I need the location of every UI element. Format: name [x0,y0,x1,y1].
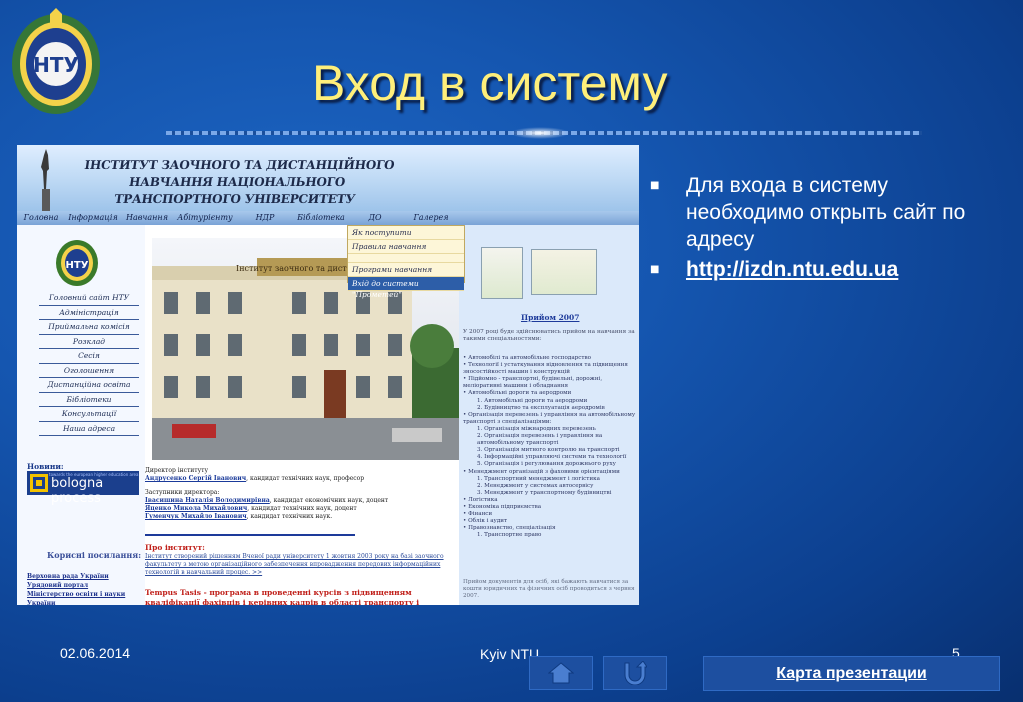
director-info: Директор інституту Андрусенко Сергій Іва… [145,467,461,521]
specialty-item: 1. Транспортний менеджмент і логістика [477,475,600,482]
admission-text: У 2007 році буде здійснюватись прийом на… [463,329,635,343]
useful-links-label: Корисні посилання: [47,550,142,560]
specialty-item: 1. Транспортне право [477,532,542,539]
do-dropdown-menu: Як поступити Правила навчання Програми н… [347,225,465,299]
footer-date: 02.06.2014 [60,645,131,661]
specialty-item: 2. Організація перевезень і управління н… [477,433,603,447]
specialty-item: 4. Інформаційні управляючі системи та те… [477,454,627,461]
statue-icon [41,149,50,211]
side-menu-item[interactable]: Адміністрація [39,306,139,320]
specialty-item: • Правознавство, спеціалізація [463,525,556,532]
return-arrow-icon [624,661,647,685]
specialty-item: • Облік і аудит [463,518,508,525]
specialty-item: • Організація перевезень і управління на… [463,411,636,425]
deputies-label: Заступники директора: [145,489,220,496]
specialty-item: • Технології і устаткування відновлення … [463,362,628,376]
site-logo-text: НТУ [66,260,89,271]
slide-title: Вход в систему [312,55,668,111]
bologna-title: bologna process [51,476,104,506]
side-menu-item[interactable]: Головний сайт НТУ [39,291,139,306]
useful-links: Верховна рада України Урядовий портал Мі… [27,572,143,605]
director-role: Директор інституту [145,467,208,474]
side-menu-item[interactable]: Сесія [39,349,139,364]
specialty-item: 1. Автомобільні дороги та аеродроми [477,397,588,404]
dropdown-separator [348,254,464,263]
deputy-degree: , кандидат технічних наук, доцент [247,505,357,512]
useful-link[interactable]: Міністерство освіти і науки України [27,590,143,605]
specialty-item: • Економіка підприємства [463,503,542,510]
specialty-item: 2. Менеджмент у системах автосервісу [477,482,594,489]
home-button[interactable] [529,656,593,690]
specialty-item: • Автомобілі та автомобільне господарств… [463,355,591,361]
specialty-item: 2. Будівництво та експлуатація аеродромі… [477,404,605,411]
deputy-name[interactable]: Яценко Микола Михайлович [145,505,247,512]
admission-footer: Прийом документів для осіб, які бажають … [463,579,635,599]
site-navbar: Головна Інформація Навчання Абітурієнту … [17,211,639,225]
website-screenshot: ІНСТИТУТ ЗАОЧНОГО ТА ДИСТАНЦІЙНОГО НАВЧА… [17,145,639,605]
nav-item-do[interactable]: ДО [349,211,401,225]
site-logo: НТУ [56,240,98,286]
specialty-item: • Підйомно - транспортні, будівельні, до… [463,376,603,390]
director-name[interactable]: Андрусенко Сергій Іванович [145,475,246,482]
bullet-marker: ■ [650,264,660,275]
nav-item-home[interactable]: Головна [17,211,65,225]
specialty-item: 5. Організація і регулювання дорожнього … [477,461,616,468]
side-menu-item[interactable]: Бібліотеки [39,393,139,407]
director-degree: , кандидат технічних наук, професор [246,475,365,482]
side-menu-item[interactable]: Наша адреса [39,422,139,436]
deputy-name[interactable]: Івасишина Наталія Володимирівна [145,497,270,504]
specialty-item: 1. Організація міжнародних перевезень [477,425,596,432]
bullet-instruction: Для входа в систему необходимо открыть с… [686,174,966,251]
nav-item-study[interactable]: Навчання [121,211,173,225]
divider-glow [510,127,570,139]
bullet-marker: ■ [650,180,660,191]
side-menu-item[interactable]: Оголошення [39,364,139,378]
section-divider [145,534,355,536]
site-header: ІНСТИТУТ ЗАОЧНОГО ТА ДИСТАНЦІЙНОГО НАВЧА… [17,145,639,211]
useful-link[interactable]: Урядовий портал [27,581,143,590]
about-text[interactable]: Інститут створений рішенням Вченої ради … [145,553,453,577]
logo-text: НТУ [33,53,79,77]
deputy-degree: , кандидат економічних наук, доцент [269,497,389,504]
license-image [531,249,597,295]
side-menu: Головний сайт НТУ Адміністрація Приймаль… [39,291,139,436]
home-icon [548,662,574,684]
site-url-link[interactable]: http://izdn.ntu.edu.ua [686,256,1006,283]
site-sidebar: НТУ Головний сайт НТУ Адміністрація Прий… [17,225,145,605]
dropdown-item[interactable]: Як поступити [348,226,464,240]
deputy-degree: , кандидат технічних наук. [246,513,333,520]
return-button[interactable] [603,656,667,690]
dropdown-item[interactable]: Програми навчання [348,263,464,277]
specialty-item: • Автомобільні дороги та аеродроми [463,390,572,397]
tempus-heading[interactable]: Tempus Tasis [145,588,201,597]
presentation-map-button[interactable]: Карта презентации [703,656,1000,691]
nav-item-info[interactable]: Інформація [65,211,121,225]
nav-item-library[interactable]: Бібліотека [293,211,349,225]
nav-item-gallery[interactable]: Галерея [401,211,461,225]
dropdown-item-prometheus-login[interactable]: Вхід до системи "Прометей" [348,277,464,299]
news-label: Новини: [27,462,64,471]
specialty-item: 3. Менеджмент у транспортному будівництв… [477,489,612,496]
stars-icon [30,474,48,492]
useful-link[interactable]: Верховна рада України [27,572,143,581]
bologna-banner[interactable]: towards the european higher education ar… [27,471,139,506]
certificate-image [481,247,523,299]
site-title: ІНСТИТУТ ЗАОЧНОГО ТА ДИСТАНЦІЙНОГО НАВЧА… [83,158,396,206]
specialties-list: • Автомобілі та автомобільне господарств… [463,355,637,539]
side-menu-item[interactable]: Приймальна комісія [39,320,139,335]
admission-title[interactable]: Прийом 2007 [521,313,579,322]
specialty-item: • Логістика [463,496,498,503]
side-menu-item[interactable]: Дистанційна освіта [39,378,139,393]
about-heading: Про інститут: [145,543,205,552]
ntu-logo: НТУ [12,8,100,114]
tempus-section: Tempus Tasis - програма в проведенні кур… [145,588,455,605]
dropdown-item[interactable]: Правила навчання [348,240,464,254]
nav-item-applicant[interactable]: Абітурієнту [173,211,237,225]
admission-panel: Прийом 2007 У 2007 році буде здійснювати… [459,225,639,605]
nav-item-research[interactable]: НДР [237,211,293,225]
deputy-name[interactable]: Гуменчук Михайло Іванович [145,513,247,520]
side-menu-item[interactable]: Консультації [39,407,139,422]
specialty-item: • Менеджмент організацій з фаховими оріє… [463,468,620,475]
side-menu-item[interactable]: Розклад [39,335,139,349]
